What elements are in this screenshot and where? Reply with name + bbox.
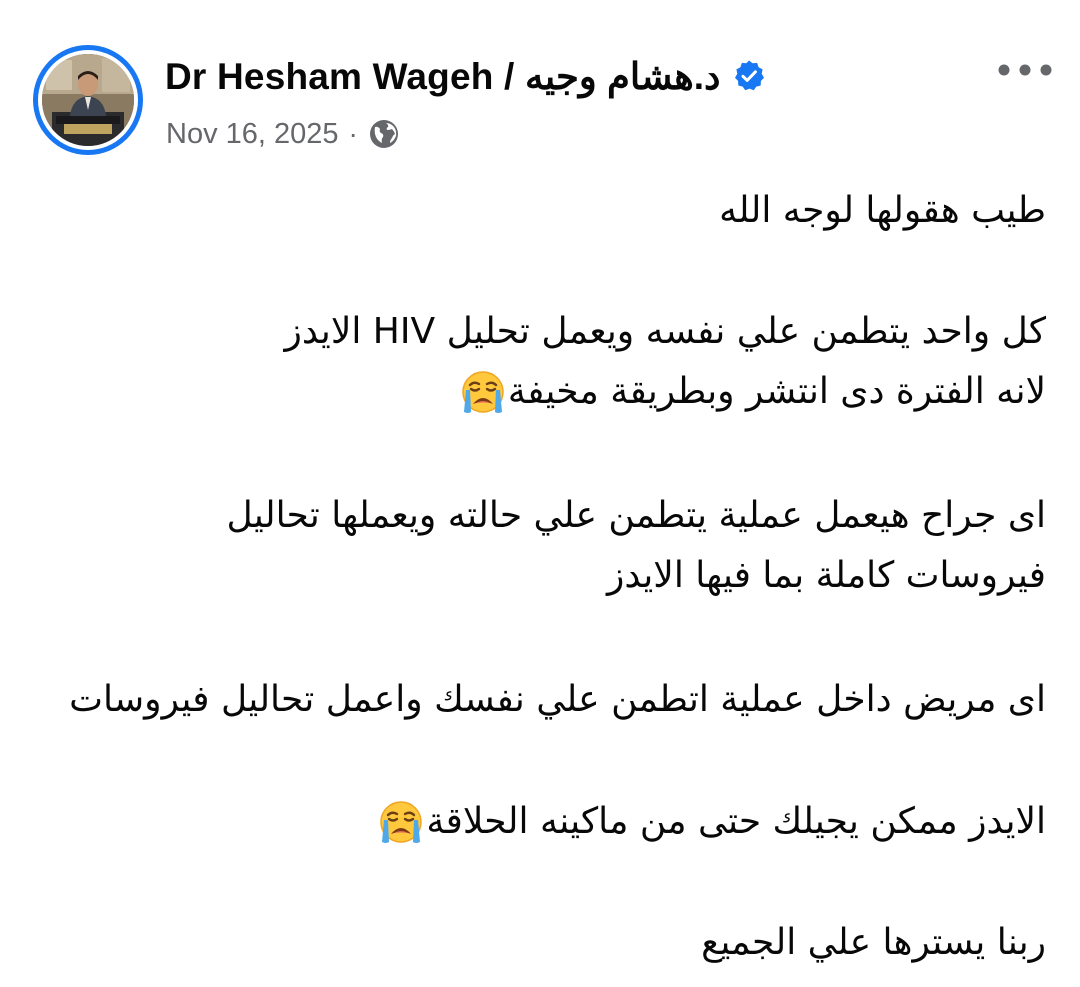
author-name[interactable]: Dr Hesham Wageh / د.هشام وجيه xyxy=(165,55,720,98)
crying-face-emoji-icon xyxy=(458,368,508,418)
avatar-frame xyxy=(38,50,138,150)
avatar-image xyxy=(42,54,134,146)
crying-face-emoji-icon xyxy=(376,798,426,848)
text-line: ربنا يسترها علي الجميع xyxy=(701,922,1046,963)
more-horizontal-icon xyxy=(998,64,1052,76)
avatar[interactable] xyxy=(42,54,134,146)
author-line: Dr Hesham Wageh / د.هشام وجيه xyxy=(165,50,766,102)
more-options-button[interactable] xyxy=(992,50,1058,90)
paragraph-2: كل واحد يتطمن علي نفسه ويعمل تحليل HIV ا… xyxy=(30,302,1046,422)
text-line-with-emoji: لانه الفترة دى انتشر وبطريقة مخيفة xyxy=(30,362,1046,422)
text-line: كل واحد يتطمن علي نفسه ويعمل تحليل HIV ا… xyxy=(284,311,1046,352)
text-line: اى جراح هيعمل عملية يتطمن علي حالته ويعم… xyxy=(226,495,1046,536)
globe-icon[interactable] xyxy=(368,118,400,150)
avatar-story-ring[interactable] xyxy=(33,45,143,155)
paragraph-1: طيب هقولها لوجه الله xyxy=(30,181,1046,241)
text-line: فيروسات كاملة بما فيها الايدز xyxy=(607,555,1046,596)
text-line: طيب هقولها لوجه الله xyxy=(719,190,1046,231)
meta-separator: · xyxy=(348,118,358,149)
paragraph-3: اى جراح هيعمل عملية يتطمن علي حالته ويعم… xyxy=(30,486,1046,606)
paragraph-6: ربنا يسترها علي الجميع xyxy=(30,913,1046,973)
post-meta: Nov 16, 2025 · xyxy=(166,112,400,156)
verified-badge-icon xyxy=(732,59,766,93)
text-line: لانه الفترة دى انتشر وبطريقة مخيفة xyxy=(507,371,1046,412)
text-line: الايدز ممكن يجيلك حتى من ماكينه الحلاقة xyxy=(426,801,1046,842)
facebook-post: Dr Hesham Wageh / د.هشام وجيه Nov 16, 20… xyxy=(0,0,1080,987)
text-line-with-emoji: الايدز ممكن يجيلك حتى من ماكينه الحلاقة xyxy=(30,792,1046,852)
text-line: اى مريض داخل عملية اتطمن علي نفسك واعمل … xyxy=(69,679,1046,720)
paragraph-4: اى مريض داخل عملية اتطمن علي نفسك واعمل … xyxy=(30,670,1046,730)
post-timestamp[interactable]: Nov 16, 2025 xyxy=(166,118,339,151)
paragraph-5: الايدز ممكن يجيلك حتى من ماكينه الحلاقة xyxy=(30,792,1046,852)
